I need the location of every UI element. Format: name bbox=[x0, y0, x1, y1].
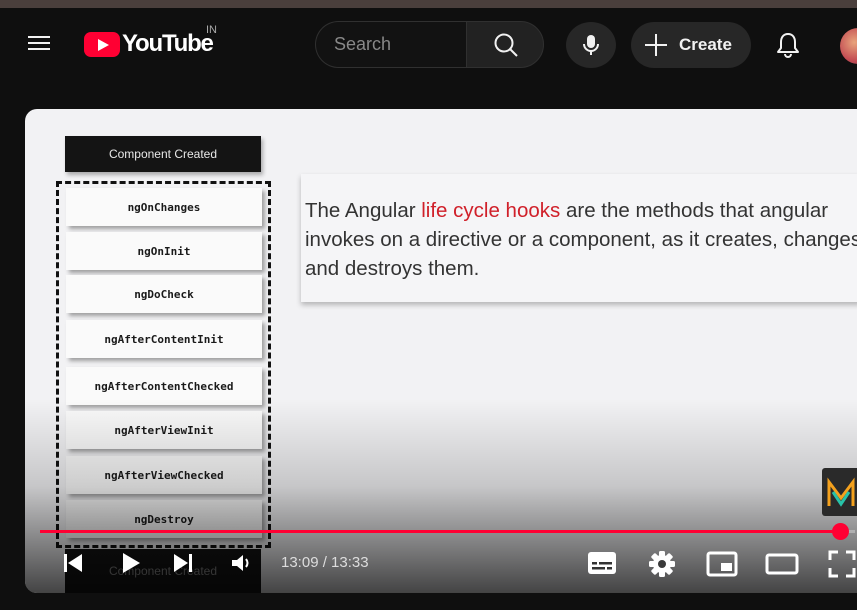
create-label: Create bbox=[679, 35, 732, 54]
country-code: IN bbox=[206, 24, 217, 36]
description-text: The Angular life cycle hooks are the met… bbox=[305, 196, 857, 283]
avatar[interactable] bbox=[840, 28, 857, 64]
hook-box: ngAfterContentChecked bbox=[66, 367, 262, 405]
bell-icon bbox=[777, 33, 799, 58]
search-icon bbox=[494, 33, 518, 57]
hook-box: ngOnChanges bbox=[66, 188, 262, 226]
plus-icon bbox=[645, 34, 667, 56]
description-card: The Angular life cycle hooks are the met… bbox=[301, 174, 857, 302]
play-icon[interactable] bbox=[119, 551, 143, 575]
progress-scrubber[interactable] bbox=[832, 523, 850, 540]
search-box bbox=[315, 21, 467, 68]
masthead: YouTube IN Create bbox=[0, 8, 857, 80]
slide-header-box: Component Created bbox=[65, 136, 261, 172]
description-highlight: life cycle hooks bbox=[421, 199, 561, 222]
hook-box: ngDoCheck bbox=[66, 275, 262, 313]
hook-box: ngAfterContentInit bbox=[66, 320, 262, 358]
youtube-play-logo-icon bbox=[84, 31, 120, 57]
progress-fill bbox=[40, 530, 841, 533]
watermark-logo-icon bbox=[827, 477, 855, 507]
channel-watermark[interactable] bbox=[822, 468, 857, 516]
youtube-logo[interactable]: YouTube IN bbox=[84, 24, 217, 58]
hook-box: ngAfterViewInit bbox=[66, 411, 262, 449]
previous-icon[interactable] bbox=[61, 551, 85, 575]
volume-icon[interactable] bbox=[229, 551, 253, 575]
subtitles-icon[interactable] bbox=[587, 550, 617, 576]
search-input[interactable] bbox=[316, 22, 467, 67]
next-icon[interactable] bbox=[171, 551, 195, 575]
create-button[interactable]: Create bbox=[631, 22, 751, 68]
menu-icon[interactable] bbox=[24, 32, 56, 56]
theater-mode-icon[interactable] bbox=[765, 553, 799, 575]
settings-gear-icon[interactable] bbox=[648, 550, 676, 578]
time-display: 13:09 / 13:33 bbox=[281, 554, 369, 571]
hook-box: ngOnInit bbox=[66, 232, 262, 270]
description-before: The Angular bbox=[305, 199, 422, 222]
microphone-icon bbox=[583, 35, 599, 55]
browser-top-strip bbox=[0, 0, 857, 8]
fullscreen-icon[interactable] bbox=[828, 550, 856, 578]
video-player[interactable]: Component Created ngOnChanges ngOnInit n… bbox=[25, 109, 857, 593]
progress-bar[interactable] bbox=[40, 530, 855, 533]
hook-box: ngAfterViewChecked bbox=[66, 456, 262, 494]
miniplayer-icon[interactable] bbox=[706, 551, 738, 577]
voice-search-button[interactable] bbox=[566, 22, 616, 68]
search-button[interactable] bbox=[466, 21, 544, 68]
logo-text: YouTube bbox=[122, 30, 214, 57]
notifications-button[interactable] bbox=[770, 28, 806, 64]
